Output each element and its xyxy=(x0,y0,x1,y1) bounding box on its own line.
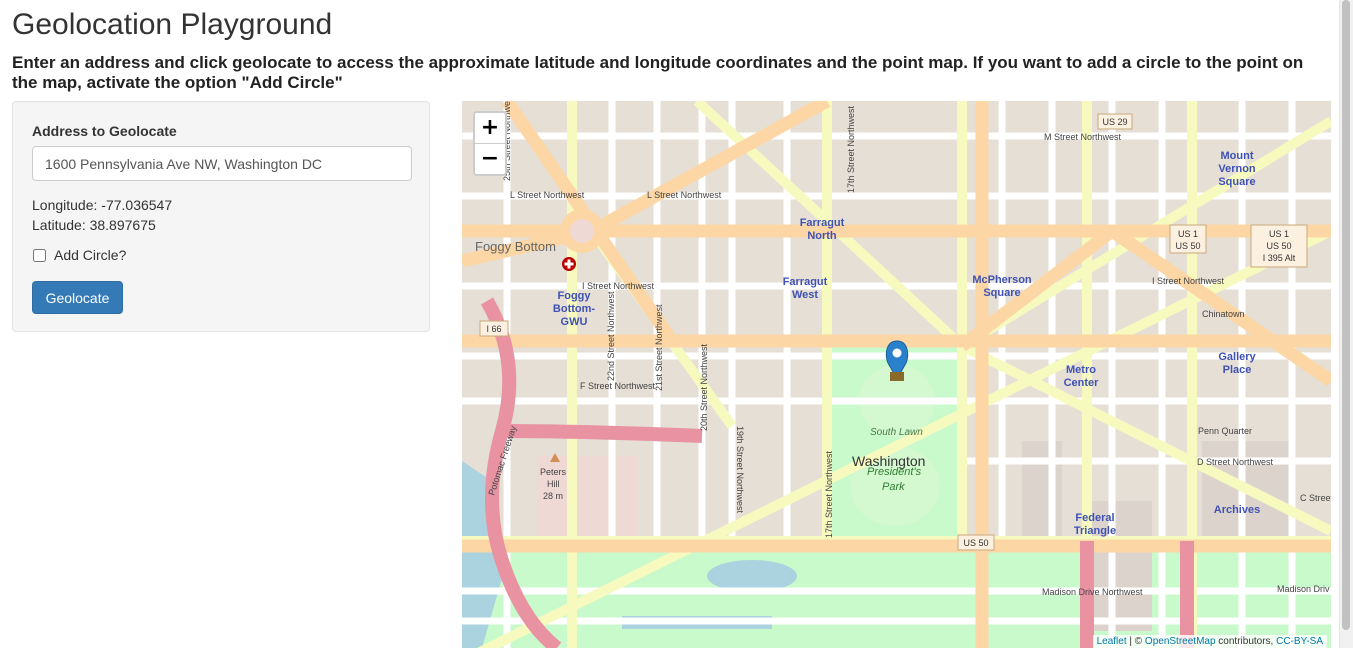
geolocation-form-panel: Address to Geolocate Longitude: -77.0365… xyxy=(12,101,430,332)
station-metro-center-2: Center xyxy=(1064,377,1100,389)
leaflet-link[interactable]: Leaflet xyxy=(1097,636,1127,647)
add-circle-label: Add Circle? xyxy=(54,247,127,263)
map-label-foggy-bottom: Foggy Bottom xyxy=(475,239,556,254)
shield-us1-b: US 1 xyxy=(1269,229,1289,239)
street-f-street: F Street Northwest xyxy=(580,381,656,391)
station-mcpherson-2: Square xyxy=(983,287,1020,299)
longitude-readout: Longitude: -77.036547 xyxy=(32,197,173,213)
geolocate-button[interactable]: Geolocate xyxy=(32,281,123,314)
zoom-out-button[interactable]: − xyxy=(475,143,505,174)
attribution-contributors: contributors, xyxy=(1215,636,1277,647)
page-scrollbar[interactable] xyxy=(1339,0,1353,648)
map-attribution: Leaflet | © OpenStreetMap contributors, … xyxy=(1092,635,1327,648)
street-i-street-w: I Street Northwest xyxy=(582,281,655,291)
station-mount-vernon-1: Mount xyxy=(1221,150,1254,162)
station-federal-triangle-1: Federal xyxy=(1075,512,1114,524)
station-mount-vernon-3: Square xyxy=(1218,176,1255,188)
station-farragut-north-1: Farragut xyxy=(800,217,845,229)
station-farragut-north-2: North xyxy=(807,230,837,242)
station-foggy-1: Foggy xyxy=(558,290,592,302)
map-label-south-lawn: South Lawn xyxy=(870,427,923,438)
page: Geolocation Playground Enter an address … xyxy=(0,0,1353,648)
map-label-peters-hill-3: 28 m xyxy=(543,491,563,501)
shield-us50-b: US 50 xyxy=(1266,241,1291,251)
osm-link[interactable]: OpenStreetMap xyxy=(1145,636,1216,647)
station-mount-vernon-2: Vernon xyxy=(1218,163,1256,175)
station-foggy-3: GWU xyxy=(561,316,588,328)
license-link[interactable]: CC-BY-SA xyxy=(1276,636,1323,647)
station-gallery-1: Gallery xyxy=(1218,351,1256,363)
station-metro-center-1: Metro xyxy=(1066,364,1096,376)
shield-i395alt: I 395 Alt xyxy=(1263,253,1296,263)
add-circle-option[interactable]: Add Circle? xyxy=(32,247,126,263)
map-label-chinatown: Chinatown xyxy=(1202,309,1245,319)
shield-i66: I 66 xyxy=(486,324,501,334)
street-17th-b: 17th Street Northwest xyxy=(824,450,834,538)
map-label-peters-hill-2: Hill xyxy=(547,479,560,489)
shield-us50-mall: US 50 xyxy=(963,538,988,548)
street-l-street: L Street Northwest xyxy=(647,190,722,200)
zoom-control: + − xyxy=(473,111,507,176)
map-label-peters-hill-1: Peters xyxy=(540,467,567,477)
map-label-presidents-park-2: Park xyxy=(882,481,905,493)
map-view[interactable]: Washington President's Park South Lawn F… xyxy=(462,101,1331,648)
station-archives: Archives xyxy=(1214,504,1260,516)
station-mcpherson-1: McPherson xyxy=(972,274,1032,286)
station-farragut-west-2: West xyxy=(792,289,818,301)
street-19th: 19th Street Northwest xyxy=(735,426,745,514)
station-gallery-2: Place xyxy=(1223,364,1252,376)
street-m-street: M Street Northwest xyxy=(1044,132,1122,142)
shield-us1: US 1 xyxy=(1178,229,1198,239)
street-21st: 21st Street Northwest xyxy=(654,304,664,391)
add-circle-checkbox[interactable] xyxy=(33,248,46,262)
zoom-in-button[interactable]: + xyxy=(475,113,505,143)
attribution-sep: | © xyxy=(1126,636,1145,647)
water-pond xyxy=(707,560,797,592)
street-d-street: D Street Northwest xyxy=(1197,457,1274,467)
street-17th: 17th Street Northwest xyxy=(846,105,856,193)
map-label-penn-quarter: Penn Quarter xyxy=(1198,426,1252,436)
map-label-presidents-park: President's xyxy=(867,466,922,478)
page-instructions: Enter an address and click geolocate to … xyxy=(12,53,1304,92)
scrollbar-thumb[interactable] xyxy=(1342,0,1350,630)
address-input[interactable] xyxy=(32,146,412,181)
station-farragut-west-1: Farragut xyxy=(783,276,828,288)
shield-us29: US 29 xyxy=(1102,117,1127,127)
street-22nd: 22nd Street Northwest xyxy=(606,291,616,381)
street-madison-2: Madison Driv xyxy=(1277,584,1330,594)
page-title: Geolocation Playground xyxy=(12,8,333,41)
shield-us50: US 50 xyxy=(1175,241,1200,251)
map-tiles: Washington President's Park South Lawn F… xyxy=(462,101,1331,648)
street-l-street-w: L Street Northwest xyxy=(510,190,585,200)
latitude-readout: Latitude: 38.897675 xyxy=(32,217,156,233)
station-foggy-2: Bottom- xyxy=(553,303,595,315)
station-federal-triangle-2: Triangle xyxy=(1074,525,1116,537)
street-madison-1: Madison Drive Northwest xyxy=(1042,587,1143,597)
street-i-street-e: I Street Northwest xyxy=(1152,276,1225,286)
address-label: Address to Geolocate xyxy=(32,123,177,139)
street-c-street: C Street xyxy=(1300,493,1331,503)
street-20th: 20th Street Northwest xyxy=(699,343,709,431)
